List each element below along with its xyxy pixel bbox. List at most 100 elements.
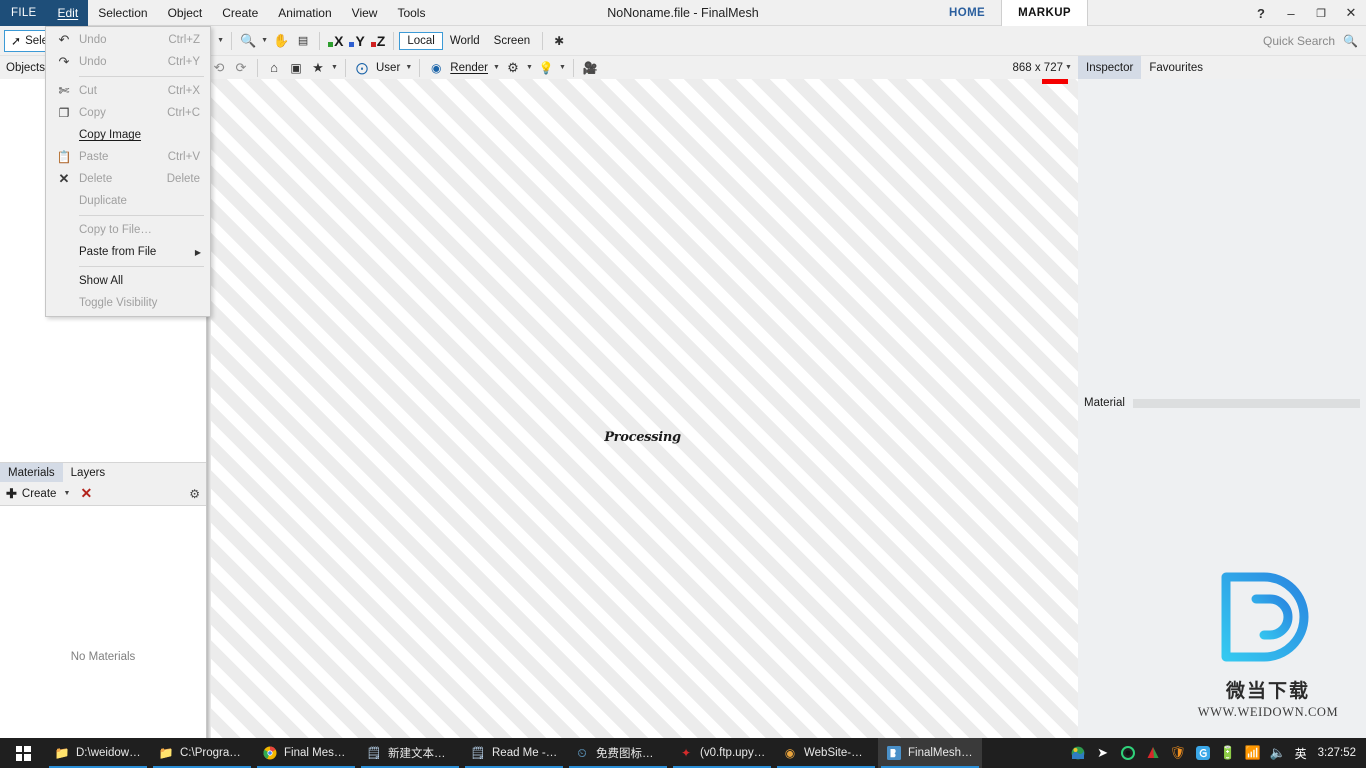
gear-icon[interactable]: ⚙ <box>189 487 200 501</box>
home-icon[interactable]: ⌂ <box>263 57 285 79</box>
search-icon[interactable]: 🔍 <box>1343 34 1366 48</box>
snap-icon[interactable]: ✱ <box>548 30 570 52</box>
menu-tools[interactable]: Tools <box>387 0 435 26</box>
menu-item-copy-image[interactable]: Copy Image <box>46 124 210 146</box>
taskbar-item-ftp[interactable]: ✦ (v0.ftp.upyu… <box>670 738 774 768</box>
vp-divider-3 <box>419 58 421 77</box>
flame-shield-icon[interactable]: 🛡 <box>1169 745 1186 761</box>
create-caret[interactable]: ▼ <box>61 483 72 505</box>
battery-icon[interactable]: 🔋 <box>1220 745 1236 761</box>
render-icon[interactable]: ◉ <box>425 57 447 79</box>
taskbar-item-final-mesh-chrome[interactable]: Final Mesh … <box>254 738 358 768</box>
view-mode-label[interactable]: User <box>373 62 403 74</box>
menu-object[interactable]: Object <box>158 0 213 26</box>
volume-icon[interactable]: 🔈 <box>1270 745 1286 761</box>
quick-search-input[interactable]: Quick Search <box>1263 34 1343 48</box>
axis-x-label: X <box>334 32 344 49</box>
wifi-icon[interactable]: 📶 <box>1245 745 1261 761</box>
tab-favourites[interactable]: Favourites <box>1141 56 1211 79</box>
taskbar-clock[interactable]: 3:27:52 <box>1316 747 1356 759</box>
taskbar-item-icon-tool[interactable]: ⏲ 免费图标工具 <box>566 738 670 768</box>
viewport-size-caret[interactable]: ▼ <box>1063 57 1074 79</box>
maximize-button[interactable]: ❐ <box>1306 0 1336 26</box>
menu-file[interactable]: FILE <box>0 0 48 26</box>
taskbar-item-new-text-doc[interactable]: 🗒 新建文本文… <box>358 738 462 768</box>
taskbar-item-website[interactable]: ◉ WebSite-W… <box>774 738 878 768</box>
close-button[interactable]: ✕ <box>1336 0 1366 26</box>
menu-item-toggle-visibility[interactable]: Toggle Visibility <box>46 292 210 314</box>
ftp-icon: ✦ <box>680 746 692 760</box>
star-dropdown-caret[interactable]: ▼ <box>329 57 340 79</box>
view-mode-caret[interactable]: ▼ <box>403 57 414 79</box>
telegram-icon[interactable]: ➤ <box>1095 745 1111 761</box>
menu-item-copy-label: Copy <box>79 107 106 119</box>
minimize-button[interactable]: – <box>1276 0 1306 26</box>
taskbar-item-label: C:\Program… <box>180 747 246 759</box>
windows-start-icon[interactable] <box>0 738 46 768</box>
menu-item-undo[interactable]: ↶ Undo Ctrl+Z <box>46 29 210 51</box>
menu-animation[interactable]: Animation <box>268 0 341 26</box>
camera-icon[interactable]: ▣ <box>285 57 307 79</box>
menu-item-copy[interactable]: ❐ Copy Ctrl+C <box>46 102 210 124</box>
tab-materials[interactable]: Materials <box>0 463 63 482</box>
menu-create[interactable]: Create <box>212 0 268 26</box>
sogou-icon[interactable] <box>1195 745 1211 761</box>
transform-dropdown-caret[interactable]: ▼ <box>215 30 226 52</box>
taskbar-item-weidown[interactable]: 📁 D:\weidown… <box>46 738 150 768</box>
marquee-select-icon[interactable]: ▤ <box>292 30 314 52</box>
filmstrip-icon[interactable]: 🎥 <box>579 57 601 79</box>
inspector-properties[interactable] <box>1078 79 1366 392</box>
help-button[interactable]: ? <box>1246 0 1276 26</box>
light-bulb-icon[interactable]: 💡 <box>535 57 557 79</box>
render-caret[interactable]: ▼ <box>491 57 502 79</box>
axis-z-button[interactable]: Z <box>368 33 389 49</box>
ribbon-tab-markup[interactable]: MARKUP <box>1001 0 1088 26</box>
menu-item-duplicate[interactable]: Duplicate <box>46 190 210 212</box>
axis-y-button[interactable]: Y <box>346 33 367 49</box>
notepad-icon: 🗒 <box>470 746 486 760</box>
tab-layers[interactable]: Layers <box>63 463 114 482</box>
menu-view[interactable]: View <box>342 0 388 26</box>
star-icon[interactable]: ★ <box>307 57 329 79</box>
taskbar-item-finalmesh[interactable]: FinalMesh 1… <box>878 738 982 768</box>
viewport-canvas[interactable]: Processing <box>207 79 1078 738</box>
ring-icon[interactable] <box>1120 745 1136 761</box>
render-label[interactable]: Render <box>447 62 491 74</box>
hand-icon[interactable]: ✋ <box>270 30 292 52</box>
coord-mode-screen[interactable]: Screen <box>487 33 537 49</box>
coord-mode-world[interactable]: World <box>443 33 487 49</box>
menu-item-show-all[interactable]: Show All <box>46 270 210 292</box>
nav-back-icon[interactable]: ⟲ <box>208 57 230 79</box>
gear-icon[interactable]: ⚙ <box>502 57 524 79</box>
taskbar-item-read-me[interactable]: 🗒 Read Me - … <box>462 738 566 768</box>
magnifier-icon[interactable]: 🔍 <box>237 30 259 52</box>
taskbar-item-program[interactable]: 📁 C:\Program… <box>150 738 254 768</box>
quick-search-bar[interactable]: Quick Search 🔍 <box>1078 26 1366 56</box>
inspector-material-body[interactable]: 微当下载 WWW.WEIDOWN.COM <box>1078 414 1366 738</box>
axis-x-button[interactable]: X <box>325 33 346 49</box>
menu-edit[interactable]: Edit <box>47 0 89 26</box>
cone-icon[interactable] <box>1145 745 1161 761</box>
light-caret[interactable]: ▼ <box>557 57 568 79</box>
ribbon-tab-home[interactable]: HOME <box>933 0 1001 26</box>
edit-menu-dropdown: ↶ Undo Ctrl+Z ↷ Undo Ctrl+Y ✄ Cut Ctrl+X… <box>45 26 211 317</box>
delete-x-icon[interactable]: ✕ <box>80 485 92 502</box>
menu-selection[interactable]: Selection <box>88 0 157 26</box>
tab-inspector[interactable]: Inspector <box>1078 56 1142 79</box>
view-mode-icon[interactable]: ⨀ <box>351 57 373 79</box>
idm-icon[interactable] <box>1070 745 1086 761</box>
materials-list[interactable]: No Materials <box>0 506 206 738</box>
coord-mode-local[interactable]: Local <box>399 31 443 50</box>
menu-item-cut[interactable]: ✄ Cut Ctrl+X <box>46 80 210 102</box>
create-material-button[interactable]: ✚ Create ▼ <box>6 483 72 505</box>
menu-item-paste-from-file[interactable]: Paste from File ▶ <box>46 241 210 263</box>
viewport-size-indicator[interactable]: 868 x 727 ▼ <box>1012 56 1074 79</box>
menu-item-copy-to-file[interactable]: Copy to File… <box>46 219 210 241</box>
menu-item-delete[interactable]: ✕ Delete Delete <box>46 168 210 190</box>
zoom-dropdown-caret[interactable]: ▼ <box>259 30 270 52</box>
menu-item-redo[interactable]: ↷ Undo Ctrl+Y <box>46 51 210 73</box>
nav-forward-icon[interactable]: ⟳ <box>230 57 252 79</box>
menu-item-paste[interactable]: 📋 Paste Ctrl+V <box>46 146 210 168</box>
ime-indicator[interactable]: 英 <box>1295 745 1307 762</box>
gear-caret[interactable]: ▼ <box>524 57 535 79</box>
